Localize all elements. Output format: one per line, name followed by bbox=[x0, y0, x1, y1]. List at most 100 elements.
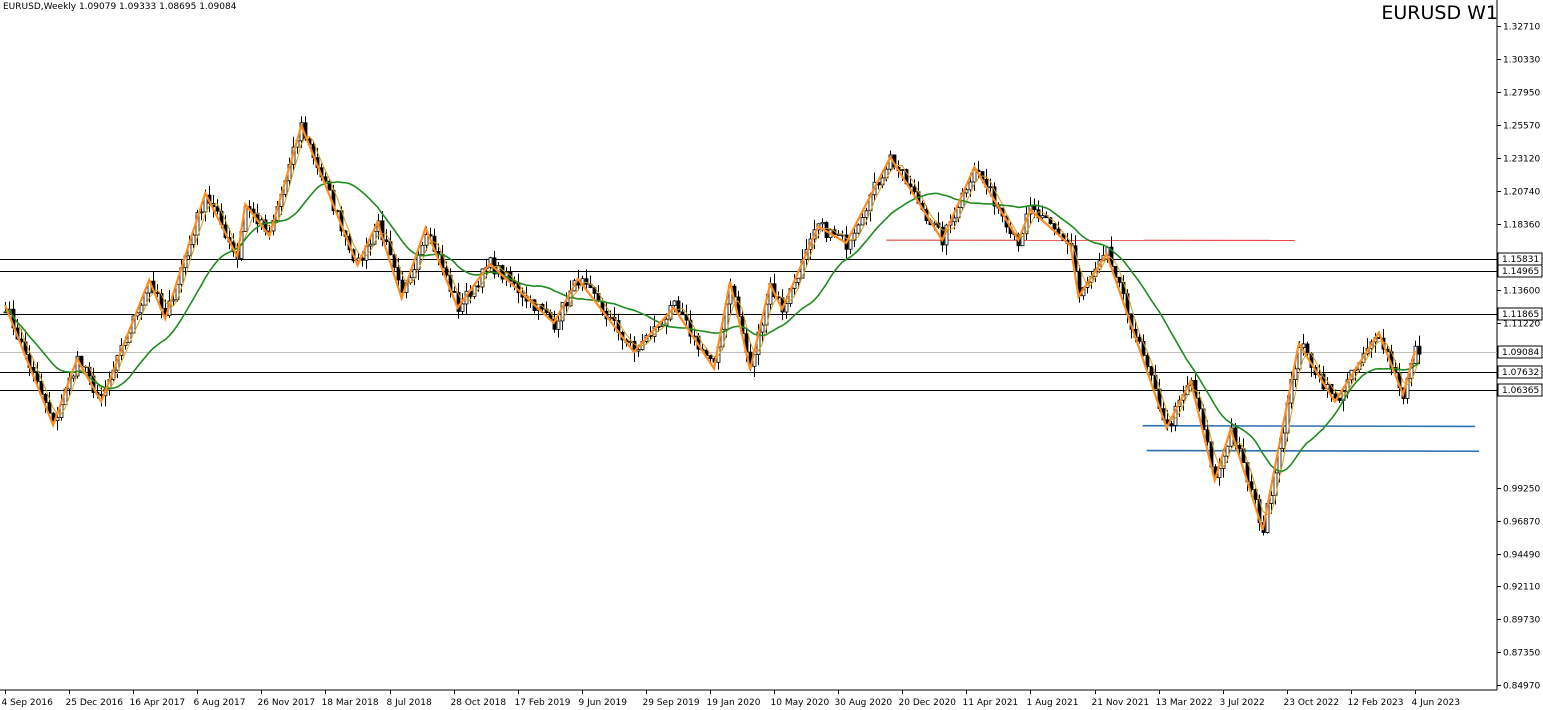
time-tick-label: 8 Jul 2018 bbox=[387, 698, 432, 708]
candle-body bbox=[1040, 215, 1045, 219]
candle-body bbox=[1269, 495, 1274, 504]
price-tick: 1.32710 bbox=[1497, 23, 1540, 33]
time-tick: 18 Mar 2018 bbox=[322, 690, 379, 708]
time-tick-label: 10 May 2020 bbox=[771, 698, 830, 708]
time-tick: 4 Jun 2023 bbox=[1412, 690, 1460, 708]
level-label-text: 1.09084 bbox=[1502, 348, 1539, 358]
candle-body bbox=[1305, 343, 1310, 355]
time-tick-label: 3 Jul 2022 bbox=[1220, 698, 1265, 708]
price-tick: 1.13600 bbox=[1497, 287, 1540, 297]
candle-body bbox=[368, 243, 373, 247]
candle-body bbox=[556, 320, 561, 330]
price-tick: 0.92110 bbox=[1497, 583, 1540, 593]
price-tick-label: 0.84970 bbox=[1503, 682, 1540, 692]
candle-body bbox=[424, 234, 429, 246]
candle-body bbox=[636, 349, 641, 352]
candle-body bbox=[848, 239, 853, 250]
candle-body bbox=[912, 186, 917, 193]
price-tick: 1.11220 bbox=[1497, 320, 1540, 330]
price-tick: 0.94490 bbox=[1497, 551, 1540, 561]
candle-body bbox=[672, 300, 677, 306]
candle-body bbox=[796, 277, 801, 283]
level-label: 1.11865 bbox=[1497, 307, 1543, 321]
price-tick-label: 1.11220 bbox=[1503, 320, 1540, 330]
time-tick: 1 Aug 2021 bbox=[1027, 690, 1079, 708]
time-tick: 19 Jan 2020 bbox=[707, 690, 761, 708]
price-tick: 1.25570 bbox=[1497, 122, 1540, 132]
candle-body bbox=[1145, 354, 1150, 367]
fast-moving-average-line bbox=[4, 136, 1420, 516]
price-tick-label: 1.32710 bbox=[1503, 23, 1540, 33]
candle-body bbox=[964, 189, 969, 194]
time-tick-label: 29 Sep 2019 bbox=[643, 698, 700, 708]
time-tick: 26 Nov 2017 bbox=[258, 690, 315, 708]
time-tick-label: 6 Aug 2017 bbox=[194, 698, 246, 708]
time-tick: 25 Dec 2016 bbox=[66, 690, 124, 708]
candle bbox=[1337, 397, 1342, 403]
time-tick: 3 Jul 2022 bbox=[1220, 690, 1265, 708]
chart-window[interactable]: EURUSD,Weekly 1.09079 1.09333 1.08695 1.… bbox=[0, 0, 1543, 710]
time-tick-label: 9 Jun 2019 bbox=[579, 698, 628, 708]
time-tick-label: 30 Aug 2020 bbox=[835, 698, 893, 708]
price-chart[interactable]: 1.32710 1.30330 1.27950 1.25570 1.23120 1.207… bbox=[0, 0, 1543, 710]
candle-body bbox=[856, 224, 861, 234]
time-tick-label: 4 Sep 2016 bbox=[2, 698, 54, 708]
candle-body bbox=[155, 292, 160, 295]
time-tick: 20 Dec 2020 bbox=[899, 690, 956, 708]
price-axis[interactable]: 1.32710 1.30330 1.27950 1.25570 1.23120 1.207… bbox=[1497, 23, 1543, 692]
time-tick: 13 Mar 2022 bbox=[1156, 690, 1213, 708]
moving-averages bbox=[4, 136, 1420, 516]
candle-body bbox=[1169, 423, 1174, 426]
level-label-text: 1.07632 bbox=[1502, 368, 1539, 378]
plot-area bbox=[0, 0, 1498, 691]
candle-body bbox=[1149, 366, 1154, 376]
candle-body bbox=[396, 266, 401, 281]
price-tick: 1.27950 bbox=[1497, 89, 1540, 99]
candle bbox=[492, 250, 497, 279]
price-tick-label: 0.99250 bbox=[1503, 485, 1540, 495]
candle bbox=[456, 282, 461, 319]
candle-body bbox=[1052, 223, 1057, 230]
time-tick-label: 1 Aug 2021 bbox=[1027, 698, 1079, 708]
time-tick: 16 Apr 2017 bbox=[130, 690, 186, 708]
level-label: 1.14965 bbox=[1497, 264, 1543, 278]
time-tick: 9 Jun 2019 bbox=[579, 690, 628, 708]
candle-body bbox=[1225, 445, 1230, 457]
candle-body bbox=[900, 169, 905, 172]
time-tick-label: 17 Feb 2019 bbox=[515, 698, 571, 708]
price-tick-label: 1.20740 bbox=[1503, 188, 1540, 198]
zigzag-line bbox=[3, 122, 1417, 531]
price-tick-label: 1.18360 bbox=[1503, 221, 1540, 231]
candle-body bbox=[1117, 276, 1122, 283]
trend-line-2 bbox=[1146, 449, 1480, 453]
price-tick: 0.99250 bbox=[1497, 485, 1540, 495]
time-tick-label: 25 Dec 2016 bbox=[66, 698, 124, 708]
candle-body bbox=[1205, 429, 1210, 443]
time-axis[interactable]: 4 Sep 2016 25 Dec 2016 16 Apr 2017 6 Aug 20… bbox=[2, 690, 1460, 708]
price-tick: 1.20740 bbox=[1497, 188, 1540, 198]
time-tick-label: 19 Jan 2020 bbox=[707, 698, 761, 708]
candle-body bbox=[1137, 336, 1142, 342]
candle bbox=[616, 313, 621, 341]
time-tick: 6 Aug 2017 bbox=[194, 690, 246, 708]
price-tick-label: 0.94490 bbox=[1503, 551, 1540, 561]
candle-body bbox=[444, 267, 449, 276]
time-tick-label: 28 Oct 2018 bbox=[451, 698, 507, 708]
candle-body bbox=[1301, 343, 1306, 348]
price-tick: 1.18360 bbox=[1497, 221, 1540, 231]
time-tick: 11 Apr 2021 bbox=[963, 690, 1018, 708]
time-tick: 4 Sep 2016 bbox=[2, 690, 54, 708]
time-tick: 8 Jul 2018 bbox=[387, 690, 432, 708]
price-tick-label: 1.30330 bbox=[1503, 56, 1540, 66]
time-tick: 29 Sep 2019 bbox=[643, 690, 700, 708]
candle-body bbox=[760, 324, 765, 333]
horizontal-levels bbox=[0, 259, 1497, 391]
candle bbox=[71, 374, 76, 382]
time-tick-label: 16 Apr 2017 bbox=[130, 698, 186, 708]
level-label: 1.06365 bbox=[1497, 383, 1543, 397]
candles bbox=[3, 116, 1422, 536]
price-tick: 0.96870 bbox=[1497, 518, 1540, 528]
time-tick-label: 4 Jun 2023 bbox=[1412, 698, 1460, 708]
candle-body bbox=[860, 217, 865, 226]
candle-body bbox=[968, 181, 973, 191]
